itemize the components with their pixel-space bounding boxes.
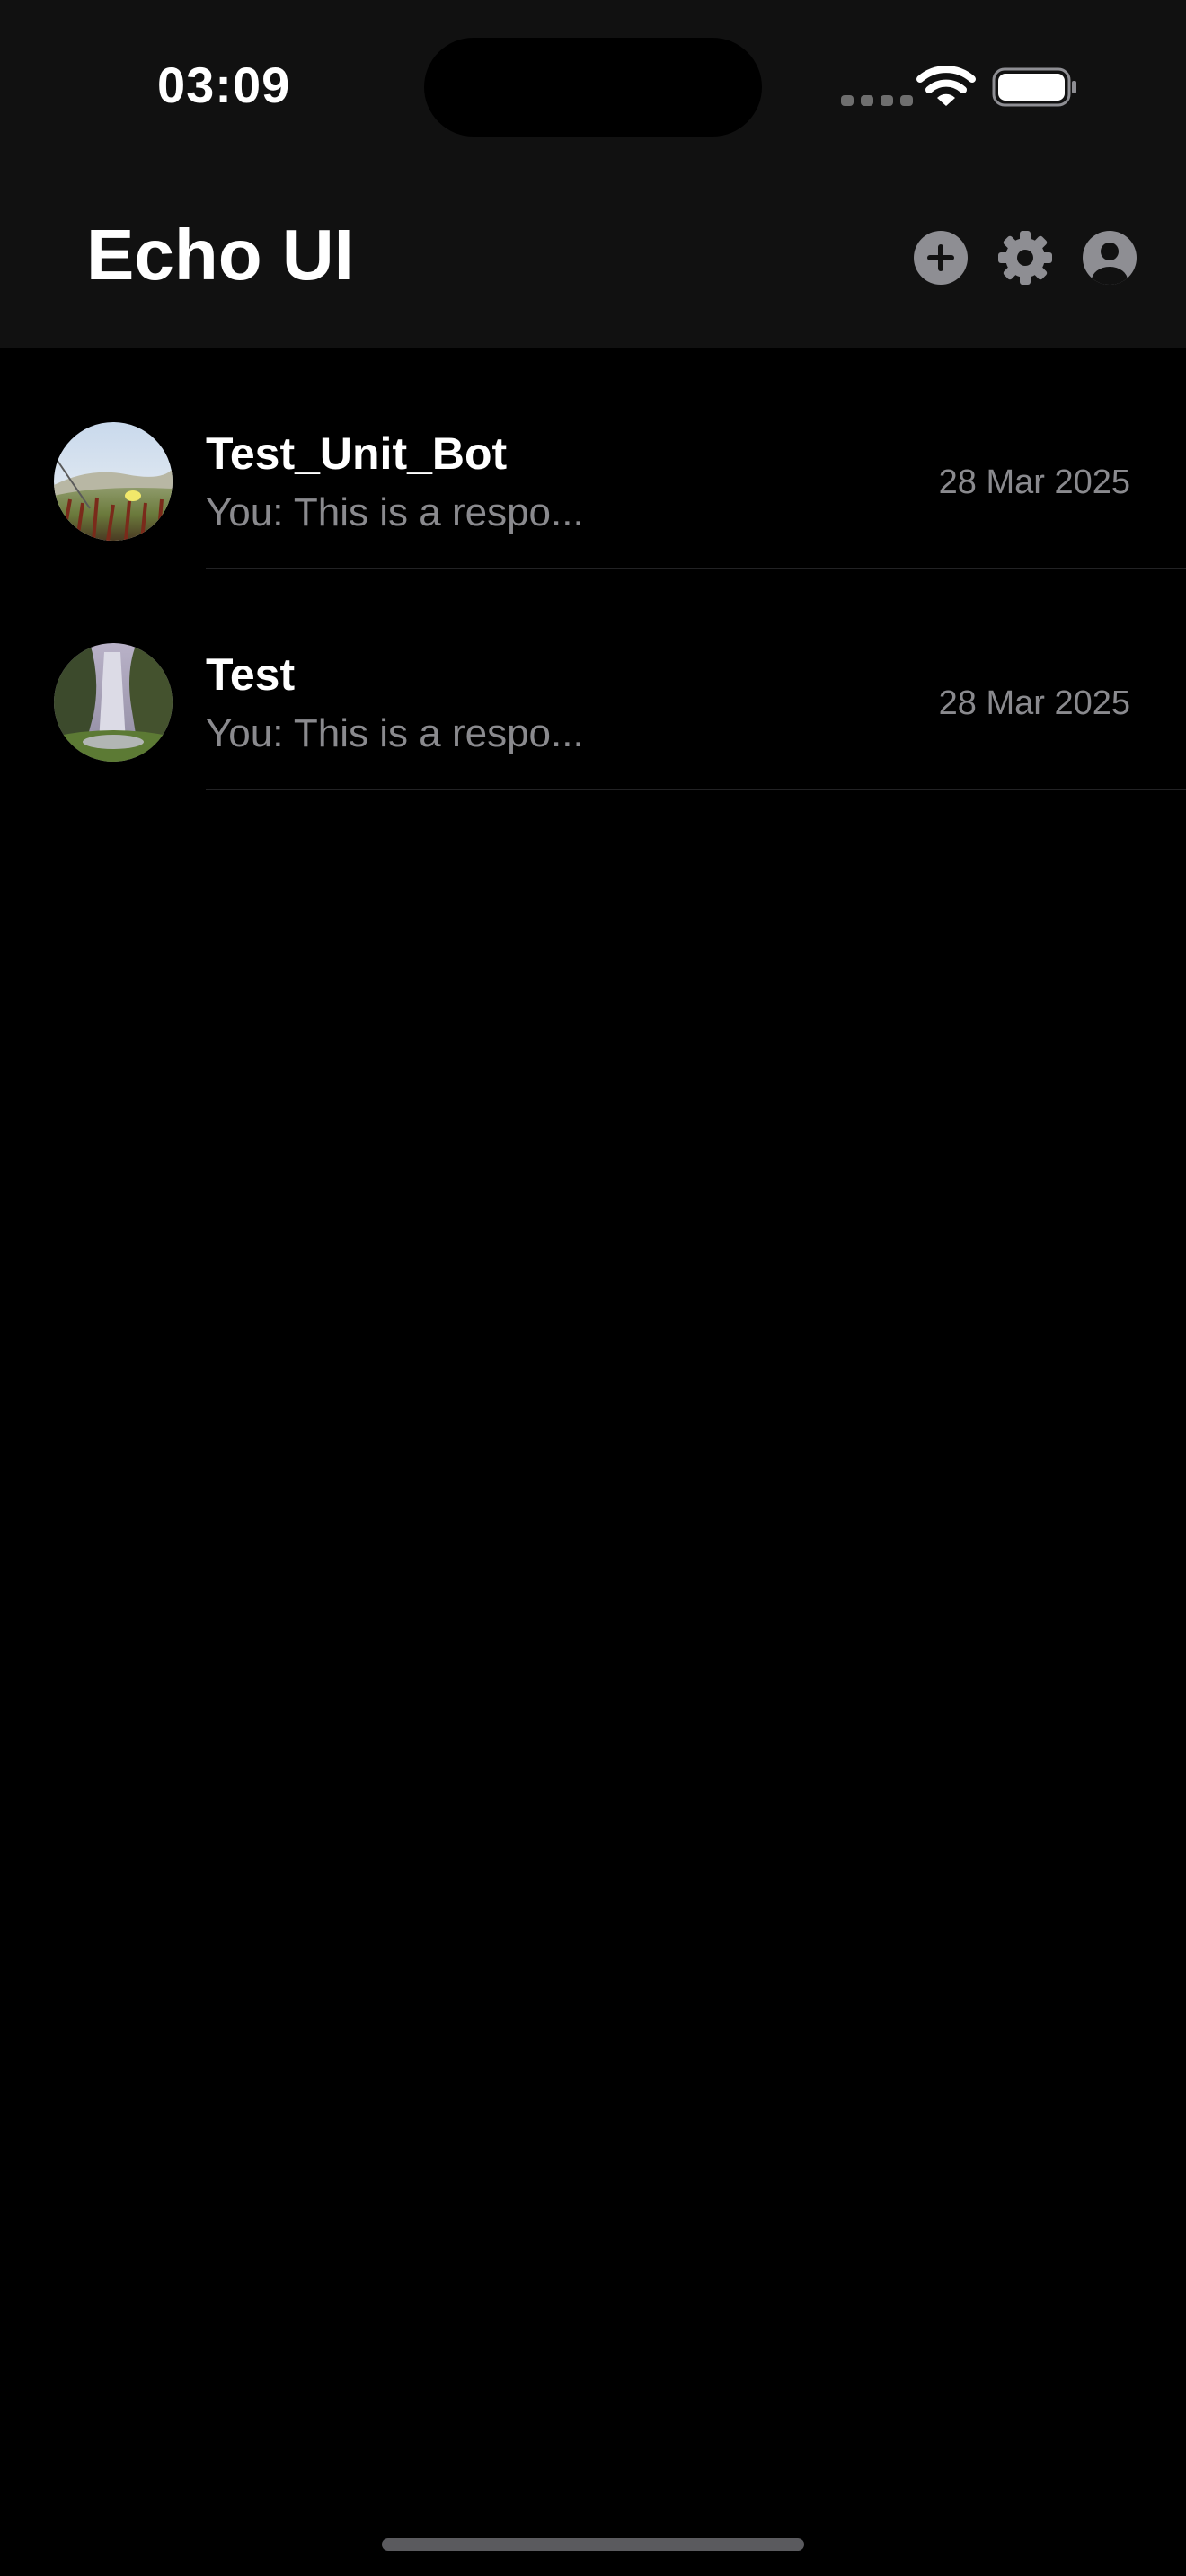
battery-icon [992,66,1078,108]
row-divider [206,789,1186,790]
person-circle-icon [1083,231,1137,285]
app-screen: 03:09 Echo UI Test_Unit_Bot You: This is… [0,0,1186,2576]
chat-row-test[interactable]: Test You: This is a respo... 28 Mar 2025 [0,569,1186,790]
chat-list: Test_Unit_Bot You: This is a respo... 28… [0,348,1186,790]
chat-name: Test [206,649,296,700]
waterfall-photo-avatar [54,643,173,762]
header-area: 03:09 Echo UI [0,0,1186,348]
home-indicator[interactable] [382,2538,804,2551]
wifi-icon [916,65,976,110]
profile-button[interactable] [1082,230,1137,286]
gear-icon [998,231,1052,285]
page-title: Echo UI [86,215,354,295]
cellular-signal-icon [841,95,913,106]
status-time: 03:09 [157,57,291,113]
chat-row-test-unit-bot[interactable]: Test_Unit_Bot You: This is a respo... 28… [0,348,1186,569]
chat-date: 28 Mar 2025 [938,463,1130,501]
chat-preview: You: This is a respo... [206,490,584,534]
chat-date: 28 Mar 2025 [938,684,1130,722]
dynamic-island [424,38,762,137]
settings-button[interactable] [997,230,1053,286]
meadow-photo-avatar [54,422,173,541]
chat-preview: You: This is a respo... [206,711,584,755]
add-chat-button[interactable] [913,230,969,286]
plus-circle-icon [914,231,968,285]
chat-name: Test_Unit_Bot [206,428,508,479]
